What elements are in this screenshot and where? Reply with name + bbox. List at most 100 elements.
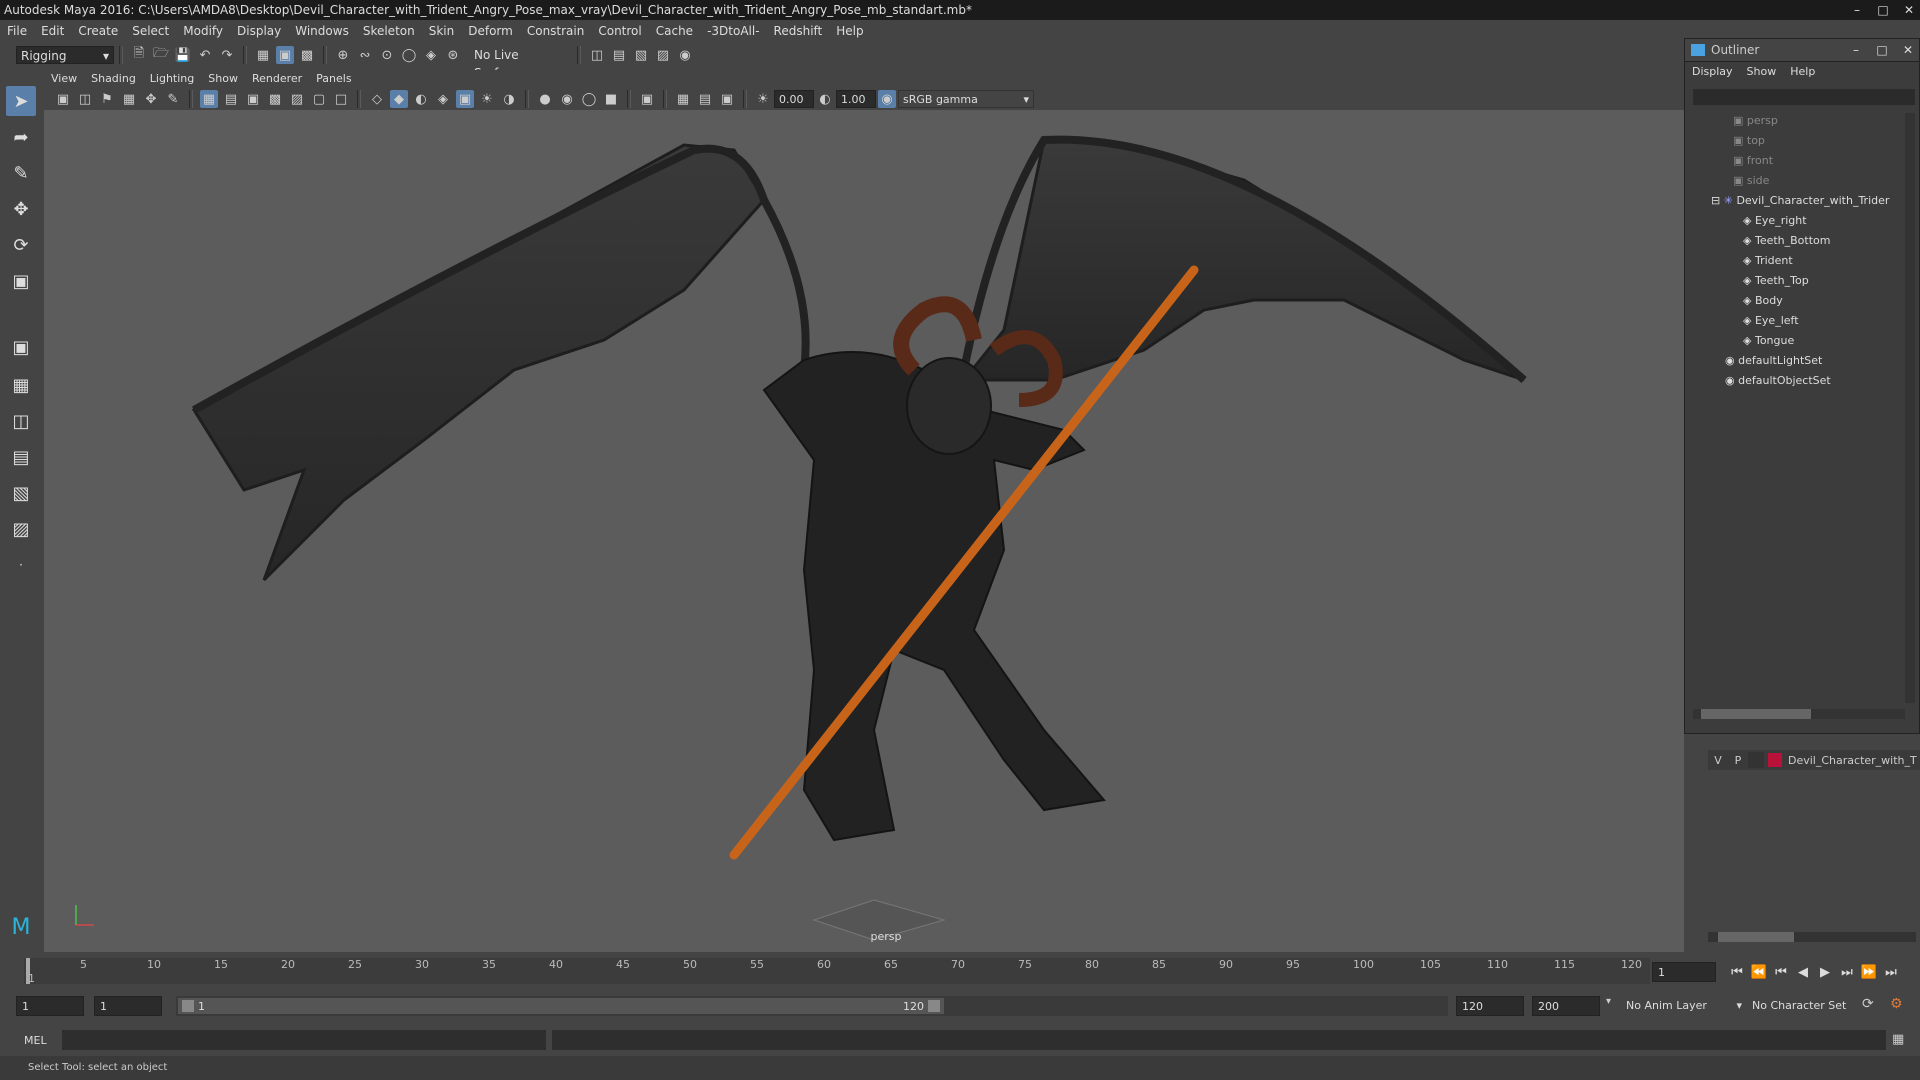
hypershade-icon[interactable]: ◉	[676, 46, 694, 64]
snap-curve-icon[interactable]: ∾	[356, 46, 374, 64]
menu-constrain[interactable]: Constrain	[520, 20, 592, 42]
ambient-occlusion-icon[interactable]: ●	[536, 90, 554, 108]
select-object-icon[interactable]: ▣	[276, 46, 294, 64]
vp-menu-view[interactable]: View	[44, 70, 84, 88]
menu-create[interactable]: Create	[71, 20, 125, 42]
paint-select-icon[interactable]: ✎	[6, 158, 36, 188]
exposure-field[interactable]: 0.00	[774, 90, 814, 108]
select-component-icon[interactable]: ▩	[298, 46, 316, 64]
vp-menu-panels[interactable]: Panels	[309, 70, 358, 88]
xray-joints-icon[interactable]: ▤	[696, 90, 714, 108]
safe-action-icon[interactable]: ▢	[310, 90, 328, 108]
colorspace-dropdown[interactable]: sRGB gamma ▾	[898, 90, 1034, 108]
go-to-end-icon[interactable]: ⏭	[1880, 965, 1902, 980]
outliner-item-side[interactable]: ▣ side	[1733, 171, 1769, 191]
gate-mask-icon[interactable]: ▩	[266, 90, 284, 108]
script-editor-icon[interactable]: ▦	[1892, 1032, 1904, 1047]
outliner-menu-help[interactable]: Help	[1783, 61, 1822, 83]
color-management-icon[interactable]: ◉	[878, 90, 896, 108]
outliner-item-default-light-set[interactable]: ◉ defaultLightSet	[1725, 351, 1822, 371]
outliner-hscroll[interactable]	[1693, 709, 1905, 719]
step-forward-icon[interactable]: ⏩	[1858, 965, 1880, 980]
open-scene-icon[interactable]: 🗁	[152, 46, 170, 64]
bookmark-icon[interactable]: ⚑	[98, 90, 116, 108]
image-plane-icon[interactable]: ▦	[120, 90, 138, 108]
persp-hypershade-icon[interactable]: ▧	[6, 478, 36, 508]
vp-menu-show[interactable]: Show	[201, 70, 245, 88]
next-key-icon[interactable]: ⏭	[1836, 965, 1858, 980]
wireframe-icon[interactable]: ◇	[368, 90, 386, 108]
outliner-item-devil-group[interactable]: ⊟ ✳ Devil_Character_with_Trider	[1711, 191, 1889, 211]
viewport-persp[interactable]: persp	[44, 110, 1684, 952]
camera-attrs-icon[interactable]: ◫	[76, 90, 94, 108]
go-to-start-icon[interactable]: ⏮	[1726, 965, 1748, 980]
outliner-item-eye-right[interactable]: ◈ Eye_right	[1743, 211, 1807, 231]
menu-display[interactable]: Display	[230, 20, 288, 42]
menu-help[interactable]: Help	[829, 20, 870, 42]
play-backward-icon[interactable]: ◀	[1792, 965, 1814, 980]
snap-point-icon[interactable]: ⊙	[378, 46, 396, 64]
playback-start-field[interactable]: 1	[16, 996, 84, 1016]
render-settings-icon[interactable]: ◫	[588, 46, 606, 64]
auto-key-icon[interactable]: ⟳	[1862, 996, 1874, 1012]
layer-playback-toggle[interactable]: P	[1728, 754, 1748, 767]
range-slider-handle[interactable]: 1 120	[178, 998, 944, 1014]
range-end-handle[interactable]	[928, 1000, 940, 1012]
move-tool-icon[interactable]: ✥	[6, 194, 36, 224]
menu-skeleton[interactable]: Skeleton	[356, 20, 422, 42]
current-frame-field[interactable]: 1	[1652, 962, 1716, 982]
outliner-minimize-button[interactable]: –	[1845, 42, 1867, 58]
grid-icon[interactable]: ▦	[200, 90, 218, 108]
cmd-input[interactable]	[62, 1030, 546, 1050]
menu-windows[interactable]: Windows	[288, 20, 356, 42]
gamma-icon[interactable]: ◐	[816, 90, 834, 108]
persp-graph-icon[interactable]: ▤	[6, 442, 36, 472]
animation-prefs-icon[interactable]: ⚙	[1890, 996, 1903, 1012]
menu-file[interactable]: File	[0, 20, 34, 42]
outliner-item-body[interactable]: ◈ Body	[1743, 291, 1783, 311]
menu-3dtoall[interactable]: -3DtoAll-	[700, 20, 766, 42]
single-view-icon[interactable]: ▣	[6, 332, 36, 362]
field-chart-icon[interactable]: ▨	[288, 90, 306, 108]
shadows-icon[interactable]: ◑	[500, 90, 518, 108]
redo-icon[interactable]: ↷	[218, 46, 236, 64]
outliner-item-persp[interactable]: ▣ persp	[1733, 111, 1778, 131]
default-material-icon[interactable]: ◐	[412, 90, 430, 108]
layer-visibility-toggle[interactable]: V	[1708, 754, 1728, 767]
ipr-render-icon[interactable]: ▧	[632, 46, 650, 64]
menu-deform[interactable]: Deform	[461, 20, 520, 42]
isolate-select-icon[interactable]: ▣	[638, 90, 656, 108]
outliner-close-button[interactable]: ✕	[1897, 42, 1919, 58]
layer-row[interactable]: V P Devil_Character_with_T	[1708, 750, 1920, 770]
menu-modify[interactable]: Modify	[176, 20, 230, 42]
exposure-icon[interactable]: ☀	[754, 90, 772, 108]
anti-aliasing-icon[interactable]: ◯	[580, 90, 598, 108]
outliner-maximize-button[interactable]: □	[1871, 42, 1893, 58]
range-start-field[interactable]: 1	[94, 996, 162, 1016]
resolution-gate-icon[interactable]: ▣	[244, 90, 262, 108]
outliner-item-default-object-set[interactable]: ◉ defaultObjectSet	[1725, 371, 1831, 391]
outliner-item-eye-left[interactable]: ◈ Eye_left	[1743, 311, 1799, 331]
layout-more-icon[interactable]: ·	[6, 550, 36, 580]
use-lights-icon[interactable]: ☀	[478, 90, 496, 108]
render-view-icon[interactable]: ▨	[654, 46, 672, 64]
snap-grid-icon[interactable]: ⊕	[334, 46, 352, 64]
close-button[interactable]: ✕	[1898, 2, 1920, 18]
vp-menu-shading[interactable]: Shading	[84, 70, 143, 88]
motion-blur-icon[interactable]: ◉	[558, 90, 576, 108]
cmd-language-toggle[interactable]: MEL	[24, 1032, 56, 1050]
render-frame-icon[interactable]: ▤	[610, 46, 628, 64]
minimize-button[interactable]: –	[1846, 2, 1868, 18]
time-slider-track[interactable]	[24, 958, 1650, 984]
snap-pivot-icon[interactable]: ⊛	[444, 46, 462, 64]
live-surface-field[interactable]: No Live Surface	[470, 46, 572, 80]
anim-end-field[interactable]: 200	[1532, 996, 1600, 1016]
four-view-icon[interactable]: ▦	[6, 370, 36, 400]
textured-icon[interactable]: ▣	[456, 90, 474, 108]
menu-skin[interactable]: Skin	[422, 20, 462, 42]
lasso-tool-icon[interactable]: ➦	[6, 122, 36, 152]
outliner-menu-display[interactable]: Display	[1685, 61, 1740, 83]
outliner-item-top[interactable]: ▣ top	[1733, 131, 1765, 151]
menuset-dropdown[interactable]: Rigging ▾	[16, 46, 114, 64]
vp-menu-renderer[interactable]: Renderer	[245, 70, 309, 88]
